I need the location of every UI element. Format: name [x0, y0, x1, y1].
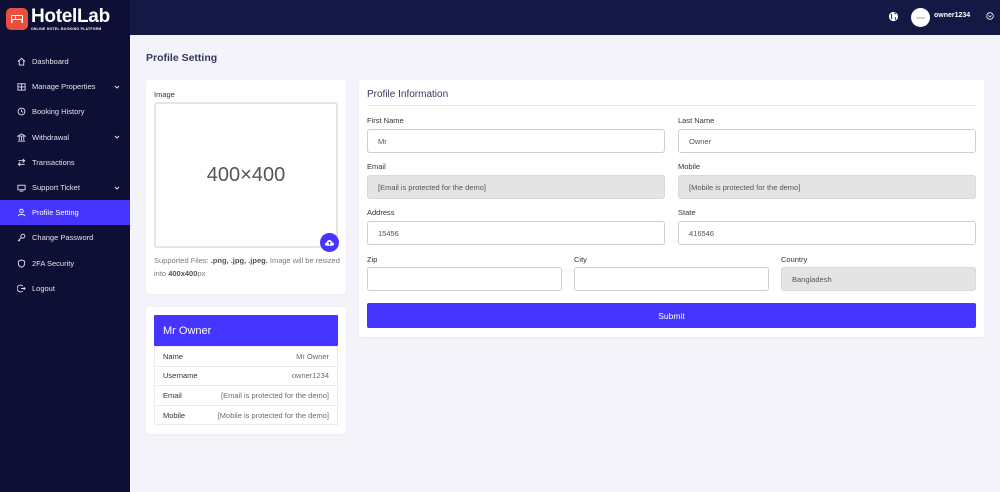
sidebar-item-change-password[interactable]: Change Password [0, 225, 130, 250]
user-icon [16, 208, 26, 218]
key-icon [16, 233, 26, 243]
sidebar-item-label: Support Ticket [32, 183, 80, 193]
chevron-down-icon [114, 135, 120, 139]
sidebar-item-label: Transactions [32, 157, 75, 167]
ticket-icon [16, 183, 26, 193]
chevron-down-icon [114, 85, 120, 89]
first-name-label: First Name [367, 116, 404, 125]
bed-icon [6, 8, 28, 30]
history-icon [16, 107, 26, 117]
sidebar-item-label: Booking History [32, 107, 85, 117]
form-title: Profile Information [367, 89, 449, 100]
state-label: State [678, 208, 696, 217]
email-field: [Email is protected for the demo] [367, 175, 665, 199]
sidebar-item-label: Profile Setting [32, 208, 79, 218]
owner-summary-card: Mr Owner Name Mr Owner Username owner1234 … [146, 307, 346, 434]
list-item: Name Mr Owner [155, 346, 337, 366]
building-icon [16, 82, 26, 92]
sidebar-item-label: Withdrawal [32, 132, 70, 142]
sidebar-nav: Dashboard Manage Properties Booking Hist… [0, 49, 130, 301]
globe-icon[interactable] [888, 11, 899, 24]
home-icon [16, 57, 26, 67]
topbar: owner1234 [130, 0, 1000, 35]
mobile-label: Mobile [678, 162, 701, 171]
upload-button[interactable] [320, 233, 339, 252]
owner-info-list: Name Mr Owner Username owner1234 Email [Ema… [154, 346, 338, 426]
sidebar-item-manage-properties[interactable]: Manage Properties [0, 74, 130, 99]
avatar[interactable] [911, 8, 930, 27]
sidebar-item-label: Logout [32, 283, 55, 293]
page-title: Profile Setting [146, 52, 218, 64]
brand-tagline: ONLINE HOTEL BOOKING PLATFORM [31, 26, 102, 31]
brand-name: HotelLab [31, 5, 110, 27]
last-name-field[interactable]: Owner [678, 129, 976, 153]
sidebar-item-booking-history[interactable]: Booking History [0, 99, 130, 124]
image-label: Image [154, 90, 175, 99]
sidebar-item-2fa-security[interactable]: 2FA Security [0, 251, 130, 276]
sidebar-item-label: Change Password [32, 233, 94, 243]
owner-name-header: Mr Owner [154, 315, 338, 346]
sidebar-item-profile-setting[interactable]: Profile Setting [0, 200, 130, 226]
image-placeholder-text: 400×400 [206, 163, 286, 186]
sidebar-item-label: Dashboard [32, 57, 69, 67]
sidebar-item-dashboard[interactable]: Dashboard [0, 49, 130, 74]
image-upload-card: Image 400×400 Supported Files: .png, .jp… [146, 80, 346, 294]
cloud-upload-icon [324, 239, 334, 246]
profile-form-card: Profile Information First Name Mr Last N… [359, 80, 984, 337]
sidebar: HotelLab ONLINE HOTEL BOOKING PLATFORM D… [0, 0, 130, 492]
mobile-field: [Mobile is protected for the demo] [678, 175, 976, 199]
exchange-icon [16, 157, 26, 167]
sidebar-item-label: 2FA Security [32, 258, 75, 268]
list-item: Username owner1234 [155, 365, 337, 386]
bank-icon [16, 132, 26, 142]
sidebar-item-logout[interactable]: Logout [0, 276, 130, 301]
image-preview: 400×400 [154, 102, 338, 248]
country-field: Bangladesh [781, 267, 976, 291]
submit-button[interactable]: Submit [367, 303, 976, 328]
sidebar-item-withdrawal[interactable]: Withdrawal [0, 125, 130, 150]
address-field[interactable]: 15456 [367, 221, 665, 245]
sidebar-item-support-ticket[interactable]: Support Ticket [0, 175, 130, 200]
first-name-field[interactable]: Mr [367, 129, 665, 153]
username-label[interactable]: owner1234 [934, 12, 970, 19]
sidebar-item-label: Manage Properties [32, 82, 96, 92]
zip-label: Zip [367, 255, 378, 264]
address-label: Address [367, 208, 395, 217]
last-name-label: Last Name [678, 116, 715, 125]
state-field[interactable]: 416546 [678, 221, 976, 245]
chevron-down-icon[interactable] [986, 12, 994, 22]
divider [367, 105, 976, 106]
country-label: Country [781, 255, 808, 264]
city-label: City [574, 255, 587, 264]
shield-icon [16, 258, 26, 268]
email-label: Email [367, 162, 386, 171]
list-item: Email [Email is protected for the demo] [155, 385, 337, 405]
city-field[interactable] [574, 267, 769, 291]
image-help-text: Supported Files: .png, .jpg, .jpeg. Imag… [154, 256, 340, 278]
logout-icon [16, 283, 26, 293]
chevron-down-icon [114, 186, 120, 190]
brand-logo[interactable]: HotelLab ONLINE HOTEL BOOKING PLATFORM [0, 0, 130, 38]
sidebar-item-transactions[interactable]: Transactions [0, 150, 130, 175]
list-item: Mobile [Mobile is protected for the demo] [155, 404, 337, 425]
zip-field[interactable] [367, 267, 562, 291]
